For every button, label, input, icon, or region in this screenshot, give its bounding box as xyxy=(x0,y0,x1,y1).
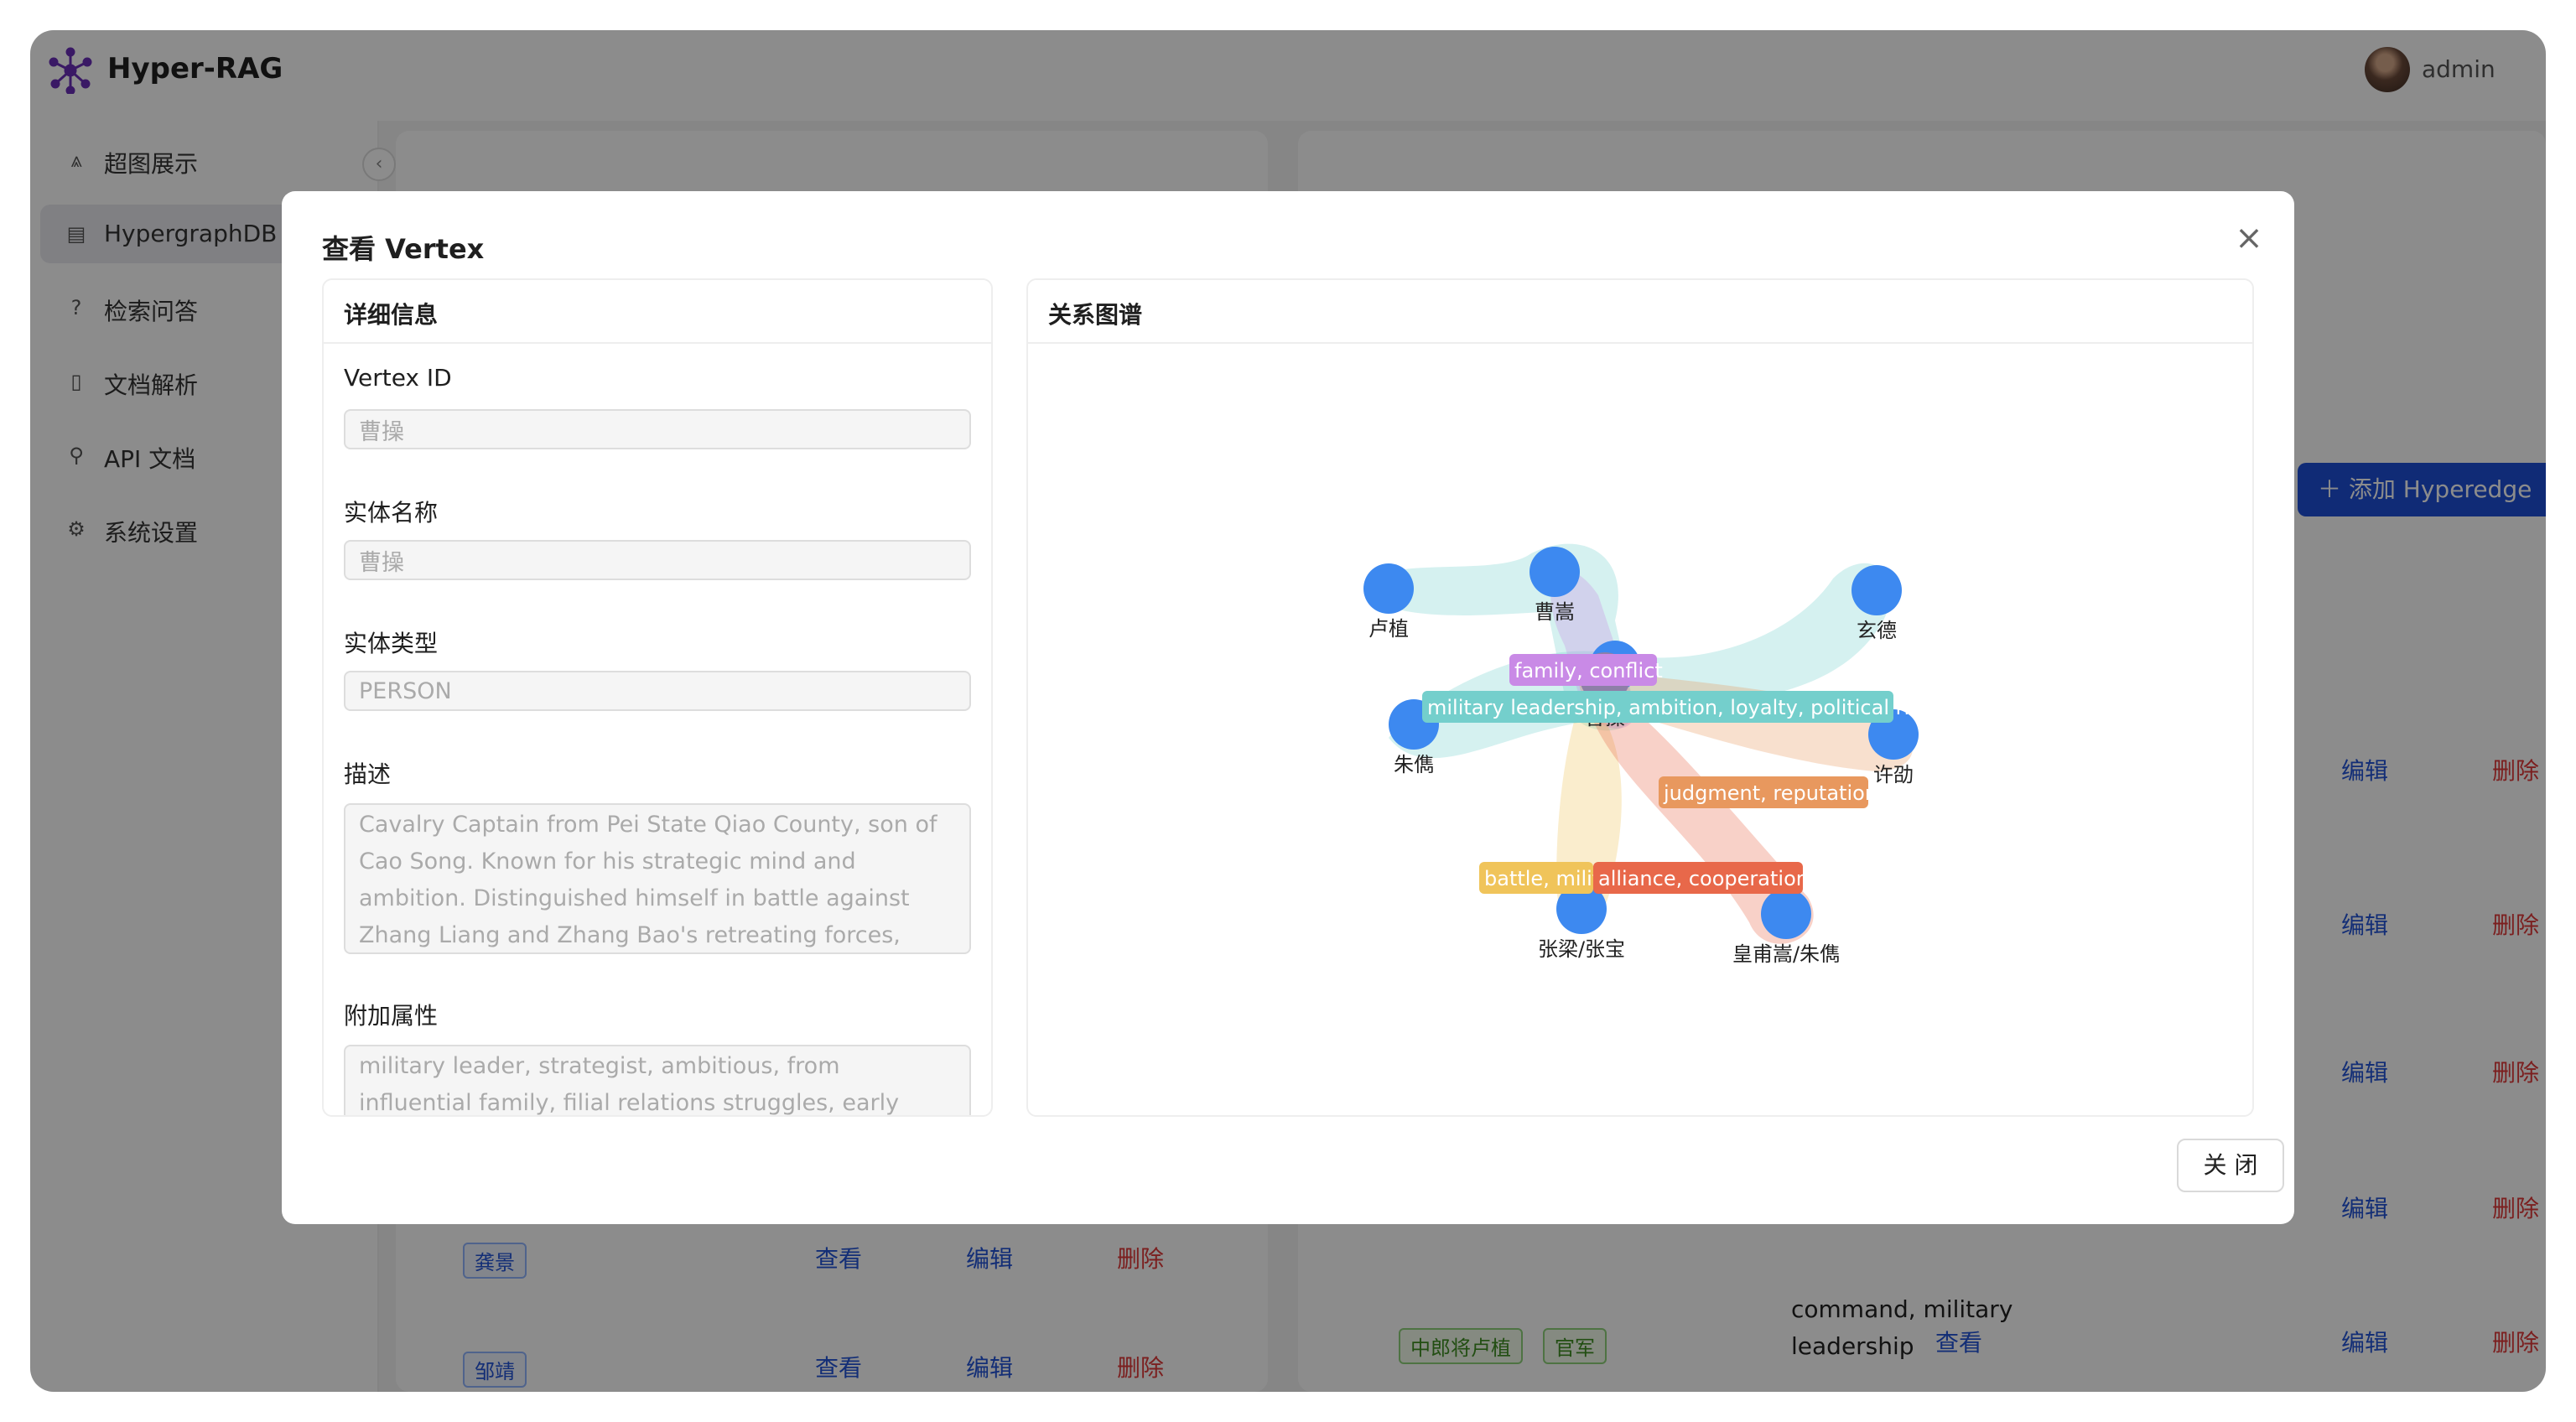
graph-node[interactable] xyxy=(1852,565,1902,615)
graph-node-label: 皇甫嵩/朱儁 xyxy=(1732,942,1840,966)
detail-panel-header: 详细信息 xyxy=(324,280,991,344)
hyperedge-label: alliance, cooperation xyxy=(1598,867,1809,890)
graph-node[interactable] xyxy=(1530,547,1580,597)
vertex-id-field[interactable] xyxy=(344,409,971,449)
entity-name-label: 实体名称 xyxy=(344,499,439,527)
view-vertex-modal: 查看 Vertex × 详细信息 Vertex ID 实体名称 实体类型 描述 … xyxy=(282,191,2294,1224)
entity-type-label: 实体类型 xyxy=(344,630,439,657)
hyperedge-label: military leadership, ambition, loyalty, … xyxy=(1427,696,1932,719)
vertex-id-label: Vertex ID xyxy=(344,364,452,392)
relationship-graph[interactable]: 曹嵩卢植玄德皇甫嵩曹操朱儁许劭张梁/张宝皇甫嵩/朱儁family, confli… xyxy=(1028,344,2252,1115)
graph-panel-title: 关系图谱 xyxy=(1048,301,1143,329)
entity-name-field[interactable] xyxy=(344,540,971,580)
app-window: Hyper-RAG admin ⩓ 超图展示 ▤ HypergraphDB ? … xyxy=(30,30,2546,1392)
close-button[interactable]: 关 闭 xyxy=(2177,1139,2284,1192)
attributes-textarea[interactable]: military leader, strategist, ambitious, … xyxy=(344,1045,971,1115)
graph-node-label: 玄德 xyxy=(1857,619,1897,642)
graph-node-label: 张梁/张宝 xyxy=(1538,937,1625,961)
hyperedge-label: family, conflict xyxy=(1514,659,1663,682)
detail-panel-title: 详细信息 xyxy=(344,301,439,329)
description-textarea[interactable]: Cavalry Captain from Pei State Qiao Coun… xyxy=(344,803,971,954)
description-label: 描述 xyxy=(344,760,392,788)
graph-node-label: 曹嵩 xyxy=(1535,600,1575,624)
graph-node-label: 许劭 xyxy=(1873,763,1914,786)
attributes-label: 附加属性 xyxy=(344,1002,439,1030)
graph-node-label: 朱儁 xyxy=(1394,753,1434,776)
graph-panel-header: 关系图谱 xyxy=(1028,280,2252,344)
hyperedge-label: judgment, reputation xyxy=(1663,781,1877,805)
modal-title: 查看 Vertex xyxy=(322,233,485,265)
graph-node-label: 卢植 xyxy=(1368,617,1409,641)
graph-panel: 关系图谱 曹嵩卢植玄德皇甫嵩曹操朱儁许劭张梁/张宝皇甫嵩/朱儁family, c… xyxy=(1026,278,2254,1117)
graph-node[interactable] xyxy=(1761,889,1811,939)
hyperedge-label: battle, milit xyxy=(1484,867,1600,890)
close-icon[interactable]: × xyxy=(2231,220,2267,257)
detail-panel: 详细信息 Vertex ID 实体名称 实体类型 描述 Cavalry Capt… xyxy=(322,278,993,1117)
graph-node[interactable] xyxy=(1363,563,1414,614)
entity-type-field[interactable] xyxy=(344,671,971,711)
